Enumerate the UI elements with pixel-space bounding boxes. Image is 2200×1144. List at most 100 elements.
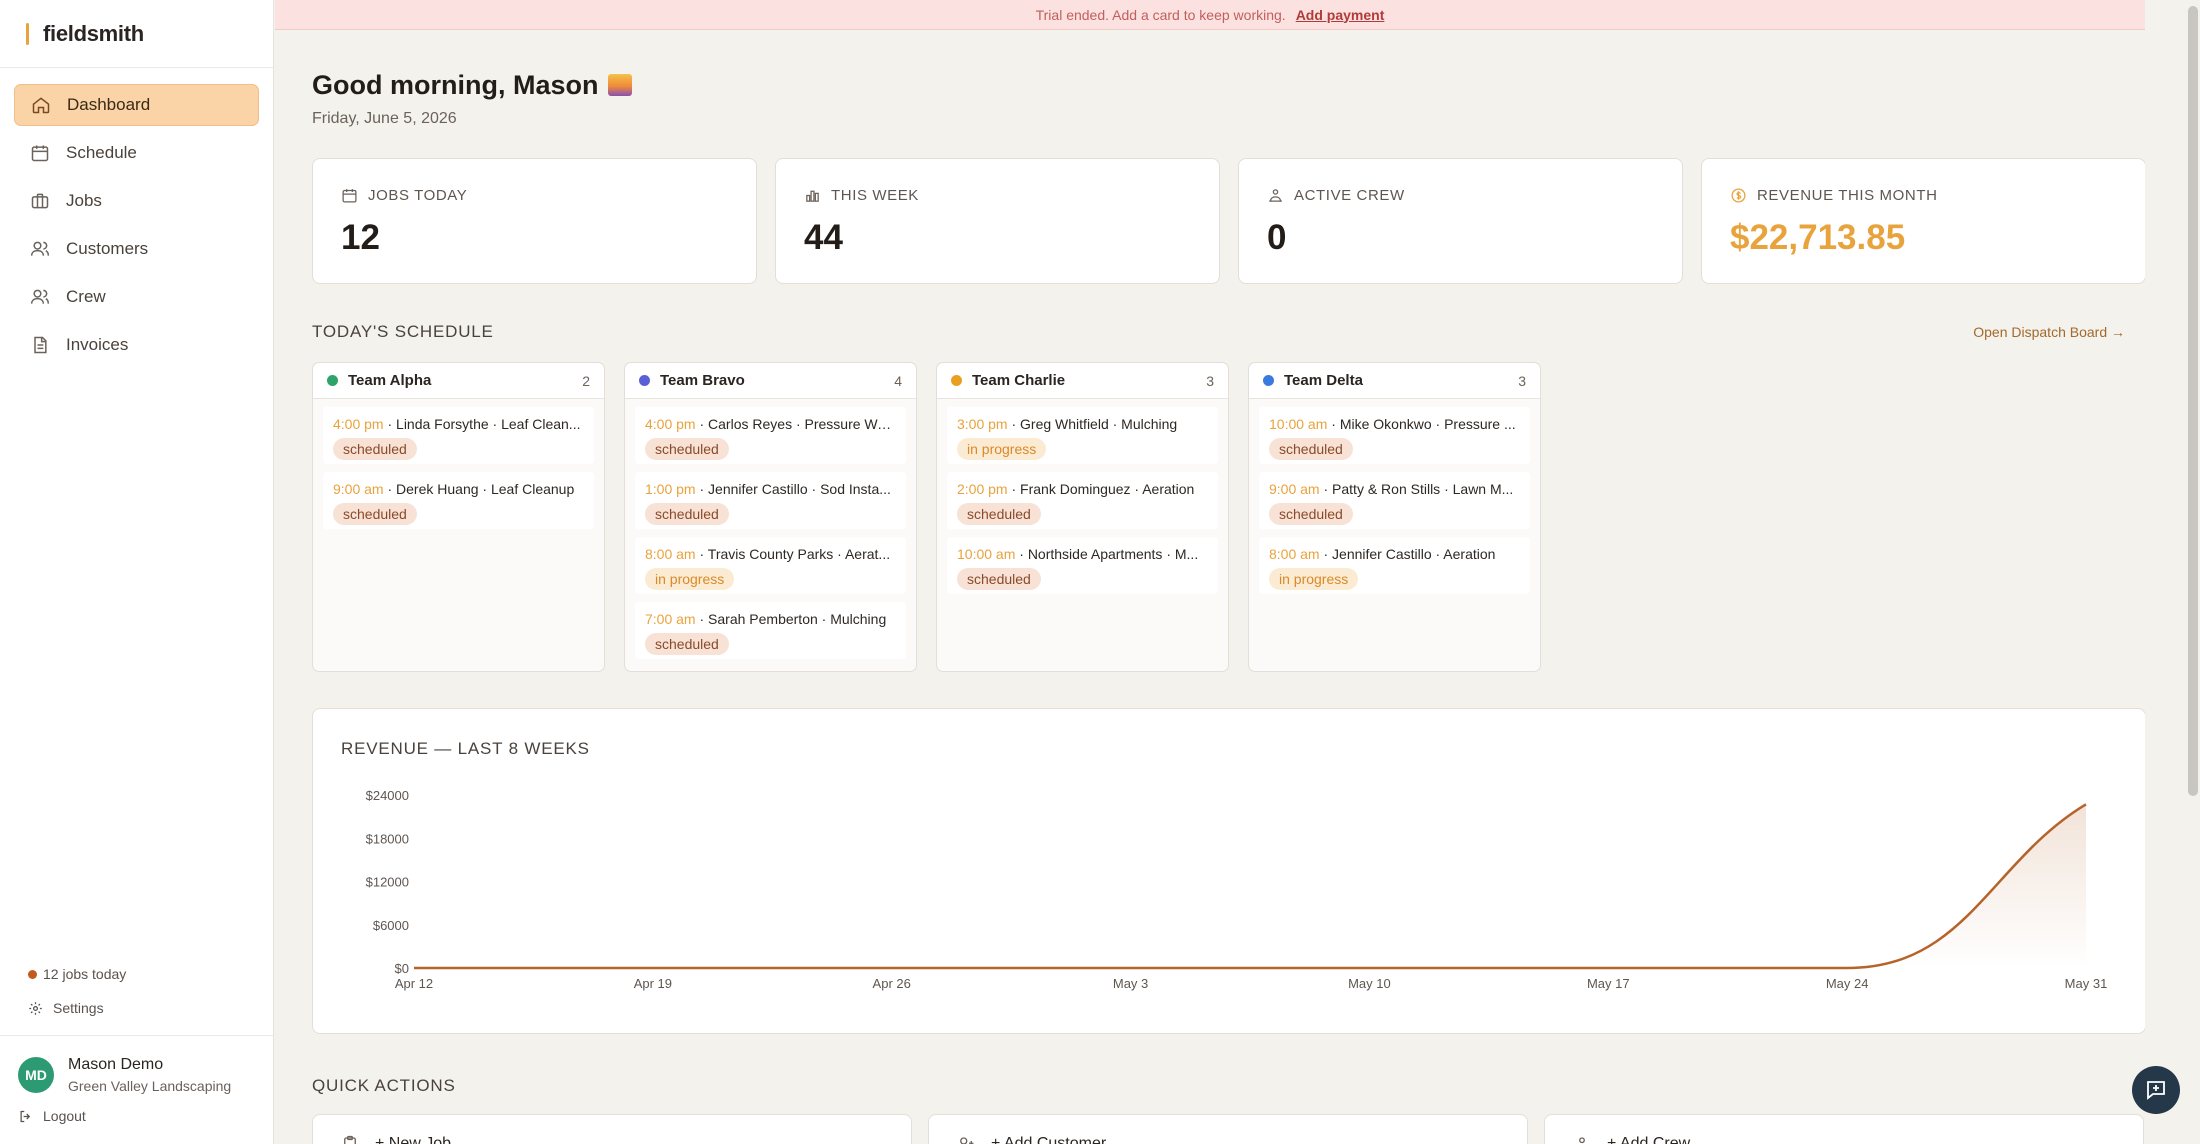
- sidebar-footer: 12 jobs today Settings MD Mason Demo Gre…: [0, 957, 273, 1144]
- team-header[interactable]: Team Alpha 2: [313, 363, 604, 399]
- team-header[interactable]: Team Bravo 4: [625, 363, 916, 399]
- y-tick-label: $6000: [373, 918, 409, 933]
- user-plus-icon: [960, 1137, 974, 1144]
- sunrise-icon: [608, 74, 633, 96]
- add-customer-button[interactable]: + Add Customer: [928, 1114, 1528, 1144]
- status-dot: [28, 969, 37, 979]
- sidebar-item-jobs[interactable]: Jobs: [14, 180, 259, 222]
- sidebar-item-crew[interactable]: Crew: [14, 276, 259, 318]
- settings-label: Settings: [53, 1000, 104, 1016]
- x-tick-label: Apr 12: [395, 976, 433, 991]
- job-time: 8:00 am: [645, 546, 696, 562]
- x-tick-label: May 24: [1826, 976, 1869, 991]
- quick-action-label: + Add Crew: [1607, 1135, 1691, 1144]
- team-job-count: 2: [582, 372, 590, 389]
- job-time: 1:00 pm: [645, 481, 696, 497]
- team-card: Team Charlie 3 3:00 pm · Greg Whitfield …: [936, 362, 1229, 672]
- document-icon: [34, 336, 47, 354]
- logout-button[interactable]: Logout: [0, 1102, 273, 1144]
- x-tick-label: May 17: [1587, 976, 1630, 991]
- stat-card-active-crew: ACTIVE CREW 0: [1238, 158, 1683, 284]
- user-name: Mason Demo: [68, 1056, 164, 1073]
- bar-chart-icon: [806, 190, 819, 202]
- page-scrollbar[interactable]: [2186, 0, 2200, 1144]
- stat-card-this-week: THIS WEEK 44: [775, 158, 1220, 284]
- job-item[interactable]: 3:00 pm · Greg Whitfield · Mulching in p…: [947, 407, 1218, 464]
- status-badge: scheduled: [1269, 503, 1353, 525]
- team-name: Team Charlie: [972, 372, 1066, 389]
- job-details: · Jennifer Castillo · Aeration: [1319, 546, 1496, 562]
- job-item[interactable]: 4:00 pm · Linda Forsythe · Leaf Clean...…: [323, 407, 594, 464]
- schedule-title: TODAY'S SCHEDULE: [312, 322, 494, 341]
- add-payment-link[interactable]: Add payment: [1296, 7, 1385, 23]
- revenue-line: [414, 803, 2087, 970]
- job-item[interactable]: 9:00 am · Derek Huang · Leaf Cleanup sch…: [323, 472, 594, 529]
- users-icon: [30, 241, 50, 256]
- banner-text: Trial ended. Add a card to keep working.: [1035, 6, 1286, 23]
- status-badge: scheduled: [645, 633, 729, 655]
- status-badge: in progress: [645, 568, 735, 590]
- team-color-dot: [951, 375, 962, 386]
- job-details: · Carlos Reyes · Pressure Wa...: [695, 416, 896, 432]
- brand-mark: [26, 22, 29, 45]
- job-details: · Linda Forsythe · Leaf Clean...: [383, 416, 581, 432]
- job-item[interactable]: 4:00 pm · Carlos Reyes · Pressure Wa... …: [635, 407, 906, 464]
- add-crew-button[interactable]: + Add Crew: [1544, 1114, 2144, 1144]
- sidebar-item-label: Jobs: [66, 191, 102, 210]
- main-content: Good morning, Mason Friday, June 5, 2026…: [275, 30, 2145, 1144]
- stat-card-jobs-today: JOBS TODAY 12: [312, 158, 757, 284]
- new-job-button[interactable]: + New Job: [312, 1114, 912, 1144]
- job-details: · Mike Okonkwo · Pressure ...: [1327, 416, 1516, 432]
- sidebar-item-invoices[interactable]: Invoices: [14, 324, 259, 366]
- stat-card-revenue: REVENUE THIS MONTH $22,713.85: [1701, 158, 2145, 284]
- job-time: 9:00 am: [333, 481, 384, 497]
- sidebar-item-dashboard[interactable]: Dashboard: [14, 84, 259, 126]
- job-item[interactable]: 7:00 am · Sarah Pemberton · Mulching sch…: [635, 602, 906, 659]
- app-name[interactable]: fieldsmith: [43, 21, 144, 47]
- sidebar-item-customers[interactable]: Customers: [14, 228, 259, 270]
- job-details: · Patty & Ron Stills · Lawn M...: [1319, 481, 1514, 497]
- job-item[interactable]: 1:00 pm · Jennifer Castillo · Sod Insta.…: [635, 472, 906, 529]
- sidebar-nav: Dashboard Schedule Jobs Customers Crew I…: [0, 68, 273, 366]
- avatar: MD: [18, 1057, 54, 1093]
- job-item[interactable]: 8:00 am · Travis County Parks · Aerat...…: [635, 537, 906, 594]
- team-card: Team Alpha 2 4:00 pm · Linda Forsythe · …: [312, 362, 605, 672]
- job-time: 10:00 am: [1269, 416, 1328, 432]
- stat-value: 0: [1267, 218, 1287, 257]
- sidebar-item-schedule[interactable]: Schedule: [14, 132, 259, 174]
- stat-value: 44: [804, 218, 843, 257]
- chat-button[interactable]: [2132, 1066, 2180, 1114]
- settings-link[interactable]: Settings: [0, 991, 273, 1025]
- job-item[interactable]: 10:00 am · Northside Apartments · M... s…: [947, 537, 1218, 594]
- team-card: Team Bravo 4 4:00 pm · Carlos Reyes · Pr…: [624, 362, 917, 672]
- sidebar-item-label: Customers: [66, 239, 149, 258]
- open-dispatch-board-link[interactable]: Open Dispatch Board →: [1973, 324, 2125, 340]
- team-card: Team Delta 3 10:00 am · Mike Okonkwo · P…: [1248, 362, 1541, 672]
- sidebar: fieldsmith Dashboard Schedule Jobs Custo…: [0, 0, 274, 1144]
- home-icon: [32, 97, 50, 114]
- dollar-icon: [1731, 188, 1746, 203]
- y-tick-label: $24000: [366, 788, 409, 803]
- job-item[interactable]: 9:00 am · Patty & Ron Stills · Lawn M...…: [1259, 472, 1530, 529]
- quick-actions-title: QUICK ACTIONS: [312, 1076, 456, 1095]
- gear-icon: [29, 1001, 42, 1015]
- job-item[interactable]: 10:00 am · Mike Okonkwo · Pressure ... s…: [1259, 407, 1530, 464]
- job-time: 7:00 am: [645, 611, 696, 627]
- chat-icon: [2147, 1081, 2165, 1100]
- job-item[interactable]: 2:00 pm · Frank Dominguez · Aeration sch…: [947, 472, 1218, 529]
- sidebar-item-label: Dashboard: [67, 95, 151, 114]
- team-header[interactable]: Team Charlie 3: [937, 363, 1228, 399]
- scrollbar-thumb[interactable]: [2188, 6, 2198, 796]
- job-details: · Travis County Parks · Aerat...: [695, 546, 891, 562]
- calendar-icon: [31, 145, 49, 162]
- greeting-text: Good morning, Mason: [312, 70, 599, 100]
- job-item[interactable]: 8:00 am · Jennifer Castillo · Aeration i…: [1259, 537, 1530, 594]
- current-date: Friday, June 5, 2026: [312, 110, 457, 127]
- team-name: Team Alpha: [348, 372, 432, 389]
- quick-action-label: + Add Customer: [991, 1135, 1107, 1144]
- stat-label: ACTIVE CREW: [1294, 187, 1405, 204]
- team-color-dot: [639, 375, 650, 386]
- team-header[interactable]: Team Delta 3: [1249, 363, 1540, 399]
- user-profile[interactable]: MD Mason Demo Green Valley Landscaping: [0, 1036, 273, 1102]
- stat-value: 12: [341, 218, 380, 257]
